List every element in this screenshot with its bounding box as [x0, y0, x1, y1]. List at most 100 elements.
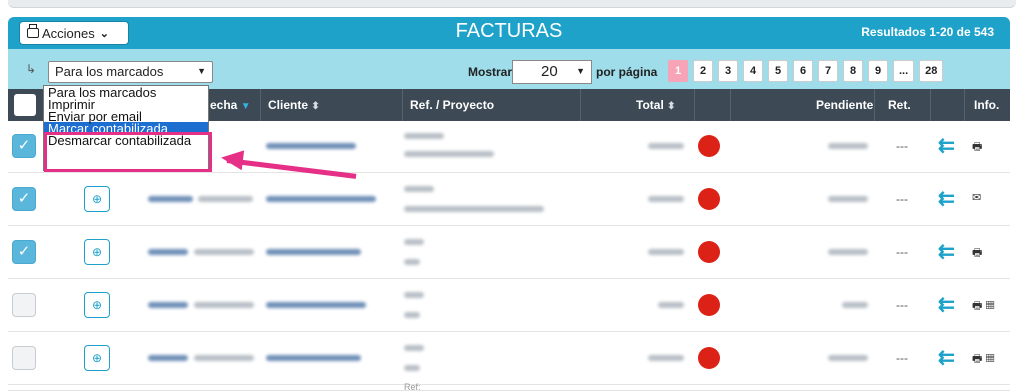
blurred-client	[266, 302, 366, 308]
column-date-label: echa	[210, 98, 238, 112]
table-row[interactable]: ✓ ⊕ --- ⇇ ✉	[8, 174, 1010, 226]
bulk-action-value: Para los marcados	[55, 64, 164, 79]
column-total[interactable]: Total ⬍	[636, 89, 676, 121]
blurred-project	[404, 206, 544, 212]
page-button[interactable]: 4	[743, 60, 763, 82]
annotation-highlight-box	[44, 132, 212, 172]
blurred-client	[266, 355, 361, 361]
blurred-date	[194, 302, 254, 308]
results-count: Resultados 1-20 de 543	[861, 25, 994, 39]
show-label: Mostrar	[468, 65, 513, 79]
blurred-pending	[842, 302, 868, 308]
blurred-ref	[404, 239, 424, 245]
print-icon[interactable]: 🖶	[972, 244, 982, 263]
zoom-icon[interactable]: ⊕	[84, 239, 110, 265]
blurred-number	[148, 355, 188, 361]
chevron-down-icon: ▼	[576, 66, 585, 76]
sort-icon: ⬍	[667, 101, 676, 112]
blurred-project	[404, 312, 420, 318]
print-icon[interactable]: 🖶	[972, 138, 982, 157]
column-date[interactable]: echa ▼	[210, 89, 251, 121]
column-divider	[930, 89, 931, 121]
select-all-checkbox[interactable]	[14, 94, 36, 116]
column-divider	[402, 89, 403, 121]
retention-value: ---	[896, 351, 908, 365]
column-divider	[580, 89, 581, 121]
blurred-number	[148, 249, 188, 255]
row-checkbox[interactable]: ✓	[12, 187, 36, 211]
blurred-project	[404, 151, 494, 157]
blurred-ref	[404, 292, 424, 298]
blurred-total	[658, 302, 684, 308]
pagination: 1 2 3 4 5 6 7 8 9 ... 28	[668, 60, 944, 82]
column-ret: Ret.	[888, 98, 911, 112]
page-button[interactable]: 7	[818, 60, 838, 82]
blurred-number	[148, 302, 188, 308]
bulk-action-arrow-icon: ↳	[26, 62, 37, 76]
zoom-icon[interactable]: ⊕	[84, 186, 110, 212]
page-button[interactable]: 9	[868, 60, 888, 82]
column-total-label: Total	[636, 98, 664, 112]
column-info: Info.	[974, 98, 1000, 112]
page-button-last[interactable]: 28	[919, 60, 944, 82]
top-strip	[0, 0, 1024, 12]
zoom-icon[interactable]: ⊕	[84, 345, 110, 371]
blurred-pending	[828, 196, 868, 202]
per-page-value: 20	[541, 63, 558, 80]
page-button[interactable]: 6	[793, 60, 813, 82]
page-button[interactable]: 1	[668, 60, 688, 82]
print-calculator-icon[interactable]: 🖶 ▦	[972, 297, 995, 316]
column-divider	[874, 89, 875, 121]
status-dot	[698, 294, 720, 316]
zoom-icon[interactable]: ⊕	[84, 292, 110, 318]
per-page-suffix: por página	[596, 65, 658, 79]
blurred-ref	[404, 345, 424, 351]
blurred-pending	[828, 249, 868, 255]
column-client[interactable]: Cliente ⬍	[268, 89, 320, 121]
apply-arrow-icon[interactable]: ⇇	[938, 186, 955, 211]
status-dot	[698, 241, 720, 263]
status-dot	[698, 188, 720, 210]
table-row[interactable]: ✓ ⊕ --- ⇇ 🖶	[8, 227, 1010, 279]
row-checkbox[interactable]	[12, 293, 36, 317]
list-toolbar: ↳ Para los marcados ▼ Mostrar 20 ▼ por p…	[8, 49, 1010, 89]
column-divider	[694, 89, 695, 121]
column-client-label: Cliente	[268, 98, 309, 112]
blurred-client	[266, 249, 361, 255]
row-checkbox[interactable]	[12, 346, 36, 370]
table-row[interactable]: ⊕ --- ⇇ 🖶 ▦	[8, 280, 1010, 332]
partial-ref-label: Ref:	[404, 382, 421, 391]
page-button[interactable]: 8	[843, 60, 863, 82]
bulk-action-select[interactable]: Para los marcados ▼	[48, 61, 213, 83]
mail-icon[interactable]: ✉	[972, 191, 981, 204]
status-dot	[698, 347, 720, 369]
blurred-total	[648, 196, 684, 202]
blurred-pending	[828, 143, 868, 149]
status-dot	[698, 135, 720, 157]
blurred-project	[404, 365, 420, 371]
blurred-project	[404, 259, 420, 265]
column-divider	[260, 89, 261, 121]
apply-arrow-icon[interactable]: ⇇	[938, 239, 955, 264]
blurred-date	[198, 196, 253, 202]
apply-arrow-icon[interactable]: ⇇	[938, 133, 955, 158]
retention-value: ---	[896, 192, 908, 206]
blurred-total	[648, 355, 684, 361]
apply-arrow-icon[interactable]: ⇇	[938, 345, 955, 370]
column-divider	[964, 89, 965, 121]
page-button[interactable]: 2	[693, 60, 713, 82]
blurred-total	[648, 249, 684, 255]
page-button[interactable]: 5	[768, 60, 788, 82]
retention-value: ---	[896, 298, 908, 312]
print-calculator-icon[interactable]: 🖶 ▦	[972, 350, 995, 369]
blurred-date	[194, 249, 254, 255]
row-checkbox[interactable]: ✓	[12, 134, 36, 158]
apply-arrow-icon[interactable]: ⇇	[938, 292, 955, 317]
previous-panel-edge	[8, 0, 1016, 8]
sort-icon: ⬍	[311, 101, 320, 112]
row-checkbox[interactable]: ✓	[12, 240, 36, 264]
invoices-header: Acciones ⌄ FACTURAS Resultados 1-20 de 5…	[8, 17, 1010, 49]
per-page-select[interactable]: 20 ▼	[512, 60, 592, 84]
table-row[interactable]: ⊕ --- ⇇ 🖶 ▦	[8, 333, 1010, 385]
page-button[interactable]: 3	[718, 60, 738, 82]
